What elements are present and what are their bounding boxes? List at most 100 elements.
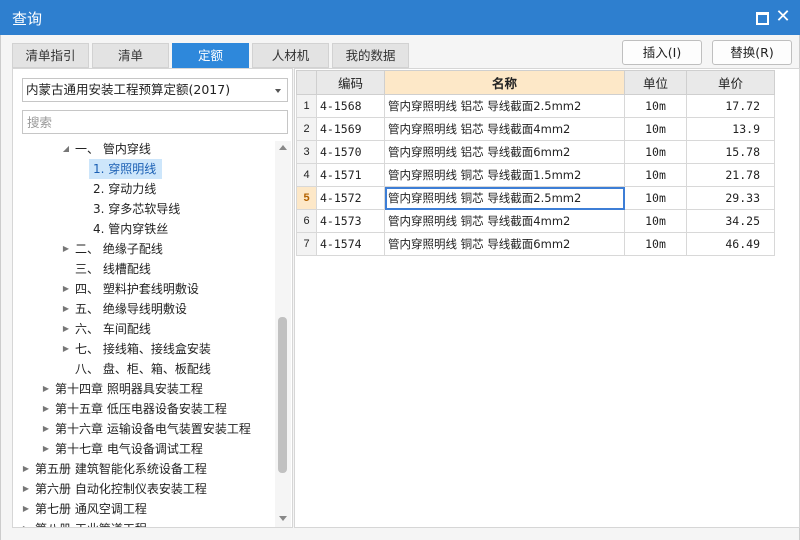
name-cell[interactable]: 管内穿照明线 铜芯 导线截面2.5mm2 xyxy=(384,186,625,210)
tree-node[interactable]: ▶ 五、 绝缘导线明敷设 xyxy=(13,299,275,319)
tree-node[interactable]: ▶ 第十七章 电气设备调试工程 xyxy=(13,439,275,459)
table-row[interactable]: 4 4-1571 管内穿照明线 铜芯 导线截面1.5mm2 10m 21.78 xyxy=(296,163,775,187)
tab-labor-material[interactable]: 人材机 xyxy=(252,43,329,68)
expanded-arrow-icon[interactable]: ◢ xyxy=(61,139,71,159)
tree-node[interactable]: ▶ 四、 塑料护套线明敷设 xyxy=(13,279,275,299)
unit-cell[interactable]: 10m xyxy=(624,94,687,118)
tree-node-label: 第十七章 电气设备调试工程 xyxy=(55,442,203,456)
table-header-row: 编码 名称 单位 单价 xyxy=(296,70,775,95)
scroll-up-icon[interactable] xyxy=(279,145,287,150)
collapsed-arrow-icon[interactable]: ▶ xyxy=(41,379,51,399)
tree-node-label: 第十五章 低压电器设备安装工程 xyxy=(55,402,227,416)
collapsed-arrow-icon[interactable]: ▶ xyxy=(61,339,71,359)
replace-button[interactable]: 替换(R) xyxy=(712,40,792,65)
unit-cell[interactable]: 10m xyxy=(624,186,687,210)
tree-node[interactable]: 三、 线槽配线 xyxy=(13,259,275,279)
unit-cell[interactable]: 10m xyxy=(624,140,687,164)
tree-node[interactable]: 4. 管内穿铁丝 xyxy=(13,219,275,239)
code-cell[interactable]: 4-1568 xyxy=(316,94,385,118)
tree-node[interactable]: ▶ 第六册 自动化控制仪表安装工程 xyxy=(13,479,275,499)
library-select-value: 内蒙古通用安装工程预算定额(2017) xyxy=(26,82,231,97)
tree-node[interactable]: ▶ 第五册 建筑智能化系统设备工程 xyxy=(13,459,275,479)
quota-tree: ◢ 一、 管内穿线 1. 穿照明线 2. 穿动力线 3. 穿多芯软导线 4. 管内穿铁丝 ▶… xyxy=(13,139,275,527)
tab-bill[interactable]: 清单 xyxy=(92,43,169,68)
code-cell[interactable]: 4-1571 xyxy=(316,163,385,187)
price-cell[interactable]: 21.78 xyxy=(686,163,775,187)
unit-column-header[interactable]: 单位 xyxy=(624,70,687,95)
code-cell[interactable]: 4-1570 xyxy=(316,140,385,164)
collapsed-arrow-icon[interactable]: ▶ xyxy=(21,479,31,499)
collapsed-arrow-icon[interactable]: ▶ xyxy=(61,319,71,339)
table-row[interactable]: 1 4-1568 管内穿照明线 铝芯 导线截面2.5mm2 10m 17.72 xyxy=(296,94,775,118)
collapsed-arrow-icon[interactable]: ▶ xyxy=(21,499,31,519)
price-cell[interactable]: 29.33 xyxy=(686,186,775,210)
window-title: 查询 xyxy=(12,10,43,28)
row-number-header xyxy=(296,70,317,95)
close-icon[interactable]: ✕ xyxy=(774,8,792,26)
library-select[interactable]: 内蒙古通用安装工程预算定额(2017) xyxy=(22,78,288,102)
collapsed-arrow-icon[interactable]: ▶ xyxy=(61,299,71,319)
collapsed-arrow-icon[interactable]: ▶ xyxy=(61,239,71,259)
price-cell[interactable]: 34.25 xyxy=(686,209,775,233)
code-cell[interactable]: 4-1574 xyxy=(316,232,385,256)
tree-node[interactable]: ▶ 六、 车间配线 xyxy=(13,319,275,339)
search-input[interactable] xyxy=(22,110,288,134)
insert-button[interactable]: 插入(I) xyxy=(622,40,702,65)
price-cell[interactable]: 17.72 xyxy=(686,94,775,118)
collapsed-arrow-icon[interactable]: ▶ xyxy=(21,519,31,527)
tree-node[interactable]: ▶ 第十四章 照明器具安装工程 xyxy=(13,379,275,399)
tree-panel: 内蒙古通用安装工程预算定额(2017) ◢ 一、 管内穿线 1. 穿照明线 2. 穿动… xyxy=(12,68,293,528)
tree-node[interactable]: ▶ 第十五章 低压电器设备安装工程 xyxy=(13,399,275,419)
name-cell[interactable]: 管内穿照明线 铜芯 导线截面6mm2 xyxy=(384,232,625,256)
tree-node[interactable]: ◢ 一、 管内穿线 xyxy=(13,139,275,159)
code-cell[interactable]: 4-1572 xyxy=(316,186,385,210)
table-row[interactable]: 6 4-1573 管内穿照明线 铜芯 导线截面4mm2 10m 34.25 xyxy=(296,209,775,233)
unit-cell[interactable]: 10m xyxy=(624,117,687,141)
tab-quota[interactable]: 定额 xyxy=(172,43,249,68)
tab-bill-guide[interactable]: 清单指引 xyxy=(12,43,89,68)
tree-node-label: 四、 塑料护套线明敷设 xyxy=(75,282,199,296)
name-cell[interactable]: 管内穿照明线 铝芯 导线截面4mm2 xyxy=(384,117,625,141)
code-cell[interactable]: 4-1569 xyxy=(316,117,385,141)
unit-cell[interactable]: 10m xyxy=(624,232,687,256)
collapsed-arrow-icon[interactable]: ▶ xyxy=(41,419,51,439)
table-row[interactable]: 3 4-1570 管内穿照明线 铝芯 导线截面6mm2 10m 15.78 xyxy=(296,140,775,164)
scroll-thumb[interactable] xyxy=(278,317,287,473)
maximize-icon[interactable] xyxy=(752,8,770,26)
price-column-header[interactable]: 单价 xyxy=(686,70,775,95)
chevron-down-icon xyxy=(275,89,281,93)
price-cell[interactable]: 13.9 xyxy=(686,117,775,141)
collapsed-arrow-icon[interactable]: ▶ xyxy=(41,399,51,419)
table-row[interactable]: 7 4-1574 管内穿照明线 铜芯 导线截面6mm2 10m 46.49 xyxy=(296,232,775,256)
tree-node[interactable]: 2. 穿动力线 xyxy=(13,179,275,199)
price-cell[interactable]: 15.78 xyxy=(686,140,775,164)
name-cell[interactable]: 管内穿照明线 铜芯 导线截面1.5mm2 xyxy=(384,163,625,187)
tree-node[interactable]: ▶第八册 工业管道工程 xyxy=(13,519,275,527)
tree-node[interactable]: ▶ 七、 接线箱、接线盒安装 xyxy=(13,339,275,359)
table-row[interactable]: 5 4-1572 管内穿照明线 铜芯 导线截面2.5mm2 10m 29.33 xyxy=(296,186,775,210)
name-cell[interactable]: 管内穿照明线 铜芯 导线截面4mm2 xyxy=(384,209,625,233)
collapsed-arrow-icon[interactable]: ▶ xyxy=(61,279,71,299)
collapsed-arrow-icon[interactable]: ▶ xyxy=(41,439,51,459)
scroll-down-icon[interactable] xyxy=(279,516,287,521)
code-cell[interactable]: 4-1573 xyxy=(316,209,385,233)
tree-node-label: 八、 盘、柜、箱、板配线 xyxy=(75,362,211,376)
row-number: 4 xyxy=(296,163,317,187)
name-column-header[interactable]: 名称 xyxy=(384,70,625,95)
price-cell[interactable]: 46.49 xyxy=(686,232,775,256)
tab-my-data[interactable]: 我的数据 xyxy=(332,43,409,68)
unit-cell[interactable]: 10m xyxy=(624,209,687,233)
code-column-header[interactable]: 编码 xyxy=(316,70,385,95)
name-cell[interactable]: 管内穿照明线 铝芯 导线截面2.5mm2 xyxy=(384,94,625,118)
tree-node[interactable]: 八、 盘、柜、箱、板配线 xyxy=(13,359,275,379)
tree-node[interactable]: 3. 穿多芯软导线 xyxy=(13,199,275,219)
tree-node[interactable]: ▶ 二、 绝缘子配线 xyxy=(13,239,275,259)
tree-node[interactable]: 1. 穿照明线 xyxy=(13,159,275,179)
name-cell[interactable]: 管内穿照明线 铝芯 导线截面6mm2 xyxy=(384,140,625,164)
unit-cell[interactable]: 10m xyxy=(624,163,687,187)
collapsed-arrow-icon[interactable]: ▶ xyxy=(21,459,31,479)
tree-node[interactable]: ▶ 第十六章 运输设备电气装置安装工程 xyxy=(13,419,275,439)
tree-node[interactable]: ▶ 第七册 通风空调工程 xyxy=(13,499,275,519)
table-row[interactable]: 2 4-1569 管内穿照明线 铝芯 导线截面4mm2 10m 13.9 xyxy=(296,117,775,141)
tree-scrollbar[interactable] xyxy=(275,141,291,527)
